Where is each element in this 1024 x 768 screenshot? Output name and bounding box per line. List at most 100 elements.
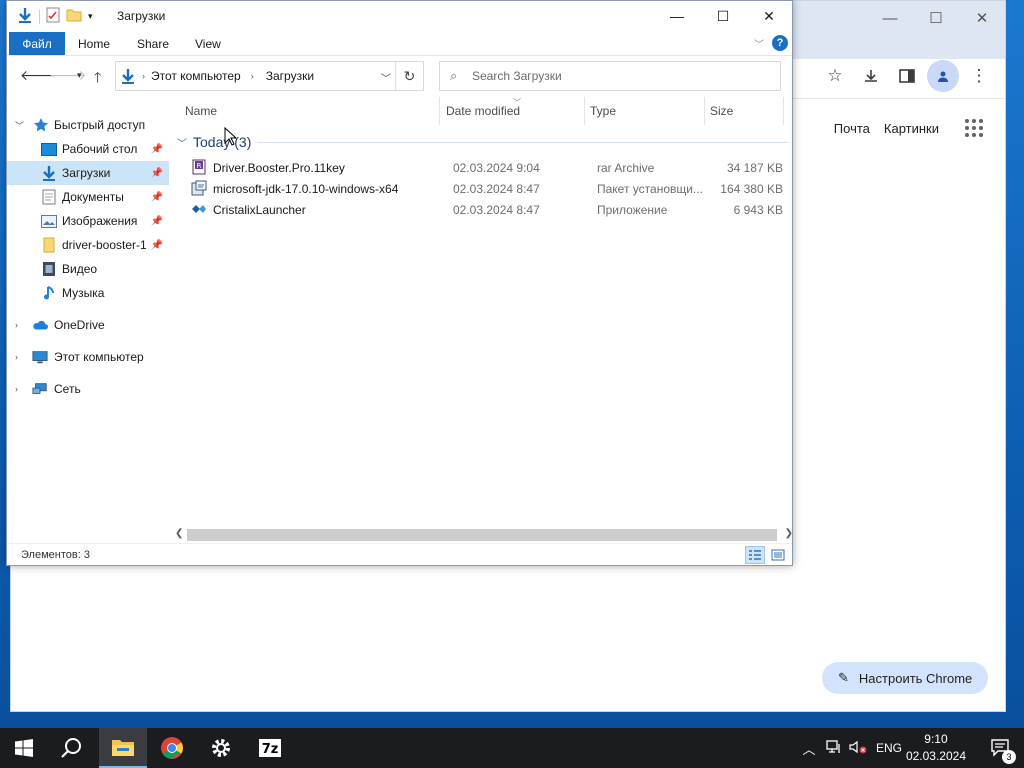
- column-header-type[interactable]: Type: [590, 104, 616, 118]
- search-icon[interactable]: [48, 728, 96, 768]
- expand-chevron-icon[interactable]: ›: [15, 320, 18, 330]
- file-explorer-window[interactable]: ▾ Загрузки — ☐ ✕ Файл Home Share View ﹀ …: [6, 0, 793, 566]
- chrome-maximize-icon[interactable]: ☐: [913, 1, 959, 35]
- up-icon[interactable]: 🡑: [94, 67, 101, 91]
- volume-muted-icon[interactable]: [846, 740, 870, 757]
- file-row[interactable]: R Driver.Booster.Pro.11key 02.03.2024 9:…: [171, 157, 789, 178]
- pin-icon[interactable]: 📌: [151, 216, 163, 227]
- breadcrumb-downloads[interactable]: Загрузки: [266, 69, 314, 83]
- expand-chevron-icon[interactable]: ›: [15, 352, 18, 362]
- nav-this-pc[interactable]: › Этот компьютер: [7, 345, 169, 369]
- refresh-icon[interactable]: ↻: [395, 62, 423, 90]
- 7zip-icon[interactable]: 7z: [246, 728, 294, 768]
- start-icon[interactable]: [0, 728, 48, 768]
- file-size: 164 380 KB: [720, 182, 783, 196]
- chrome-minimize-icon[interactable]: —: [867, 1, 913, 35]
- item-count: Элементов: 3: [21, 549, 90, 561]
- clock-date: 02.03.2024: [905, 749, 966, 763]
- nav-network[interactable]: › Сеть: [7, 377, 169, 401]
- recent-locations-icon[interactable]: ▾: [77, 70, 82, 81]
- chrome-toolbar-actions: ☆ ⋮: [819, 59, 995, 93]
- network-status-icon[interactable]: [822, 739, 846, 757]
- gmail-link[interactable]: Почта: [834, 121, 870, 136]
- pin-icon[interactable]: 📌: [151, 168, 163, 179]
- pin-icon[interactable]: 📌: [151, 240, 163, 251]
- nav-documents[interactable]: Документы 📌: [7, 185, 169, 209]
- explorer-titlebar[interactable]: ▾ Загрузки — ☐ ✕: [7, 1, 792, 31]
- tab-home[interactable]: Home: [78, 37, 110, 51]
- nav-quick-access[interactable]: ﹀ Быстрый доступ: [7, 113, 169, 137]
- address-bar[interactable]: › Этот компьютер › Загрузки ﹀ ↻: [115, 61, 424, 91]
- desktop-icon: [41, 142, 57, 156]
- file-explorer-icon[interactable]: [99, 728, 147, 768]
- breadcrumb-separator-icon[interactable]: ›: [251, 71, 254, 81]
- new-folder-icon[interactable]: [66, 8, 82, 25]
- column-header-name[interactable]: Name: [185, 104, 217, 118]
- column-divider[interactable]: [704, 97, 705, 125]
- properties-icon[interactable]: [46, 7, 60, 26]
- help-icon[interactable]: ?: [772, 35, 788, 51]
- column-divider[interactable]: [584, 97, 585, 125]
- breadcrumb-this-pc[interactable]: Этот компьютер: [151, 69, 241, 83]
- horizontal-scrollbar[interactable]: ❮ ❯: [171, 527, 793, 543]
- tab-file[interactable]: Файл: [9, 32, 65, 55]
- ribbon-tabs: Файл Home Share View ﹀ ?: [7, 32, 792, 56]
- input-language[interactable]: ENG: [876, 741, 902, 755]
- chrome-icon[interactable]: [148, 728, 196, 768]
- file-date: 02.03.2024 8:47: [453, 182, 540, 196]
- download-icon[interactable]: [855, 60, 887, 92]
- large-icons-view-icon[interactable]: [768, 546, 788, 564]
- network-icon: [32, 382, 48, 396]
- breadcrumb-separator-icon[interactable]: ›: [142, 71, 145, 81]
- file-type: Пакет установщи...: [597, 182, 703, 196]
- search-box[interactable]: ⌕ Search Загрузки: [439, 61, 781, 91]
- nav-pictures[interactable]: Изображения 📌: [7, 209, 169, 233]
- collapse-chevron-icon[interactable]: ﹀: [15, 119, 24, 132]
- bookmark-star-icon[interactable]: ☆: [819, 60, 851, 92]
- profile-avatar-icon[interactable]: [927, 60, 959, 92]
- file-list-pane[interactable]: Name ﹀ Date modified Type Size ﹀ Today (…: [171, 97, 793, 533]
- action-center-icon[interactable]: 3: [990, 737, 1016, 764]
- chrome-menu-icon[interactable]: ⋮: [963, 60, 995, 92]
- pin-icon[interactable]: 📌: [151, 144, 163, 155]
- nav-pictures-label: Изображения: [62, 214, 138, 228]
- column-header-date[interactable]: Date modified: [446, 104, 520, 118]
- images-link[interactable]: Картинки: [884, 121, 939, 136]
- scroll-right-icon[interactable]: ❯: [785, 528, 793, 539]
- nav-desktop[interactable]: Рабочий стол 📌: [7, 137, 169, 161]
- group-collapse-chevron-icon[interactable]: ﹀: [177, 135, 187, 150]
- tab-share[interactable]: Share: [137, 37, 169, 51]
- column-divider[interactable]: [439, 97, 440, 125]
- details-view-icon[interactable]: [745, 546, 765, 564]
- minimize-icon[interactable]: —: [654, 1, 700, 31]
- settings-icon[interactable]: [197, 728, 245, 768]
- scroll-left-icon[interactable]: ❮: [175, 528, 183, 539]
- qa-customize-chevron-icon[interactable]: ▾: [88, 11, 93, 22]
- chrome-close-icon[interactable]: ✕: [959, 1, 1005, 35]
- expand-ribbon-icon[interactable]: ﹀: [754, 36, 764, 51]
- file-row[interactable]: CristalixLauncher 02.03.2024 8:47 Прилож…: [171, 199, 789, 220]
- side-panel-icon[interactable]: [891, 60, 923, 92]
- nav-music[interactable]: Музыка: [7, 281, 169, 305]
- taskbar-clock[interactable]: 9:10 02.03.2024: [906, 731, 966, 765]
- group-header-today[interactable]: ﹀ Today (3): [175, 133, 789, 151]
- navigation-bar: 🡐 🡒 ▾ 🡑 › Этот компьютер › Загрузки ﹀ ↻ …: [7, 57, 792, 97]
- address-history-chevron-icon[interactable]: ﹀: [381, 70, 391, 85]
- close-icon[interactable]: ✕: [746, 1, 792, 31]
- nav-downloads[interactable]: Загрузки 📌: [7, 161, 169, 185]
- column-divider[interactable]: [783, 97, 784, 125]
- show-hidden-icons-chevron-icon[interactable]: ︿: [800, 739, 818, 758]
- customize-chrome-button[interactable]: ✎ Настроить Chrome: [822, 662, 989, 694]
- nav-driver-booster-folder[interactable]: driver-booster-1 📌: [7, 233, 169, 257]
- google-apps-icon[interactable]: [965, 119, 983, 137]
- maximize-icon[interactable]: ☐: [700, 1, 746, 31]
- expand-chevron-icon[interactable]: ›: [15, 384, 18, 394]
- nav-onedrive[interactable]: › OneDrive: [7, 313, 169, 337]
- tab-view[interactable]: View: [195, 37, 221, 51]
- pin-icon[interactable]: 📌: [151, 192, 163, 203]
- file-type: rar Archive: [597, 161, 655, 175]
- file-row[interactable]: microsoft-jdk-17.0.10-windows-x64 02.03.…: [171, 178, 789, 199]
- column-header-size[interactable]: Size: [710, 104, 733, 118]
- nav-videos[interactable]: Видео: [7, 257, 169, 281]
- scroll-thumb[interactable]: [187, 529, 777, 541]
